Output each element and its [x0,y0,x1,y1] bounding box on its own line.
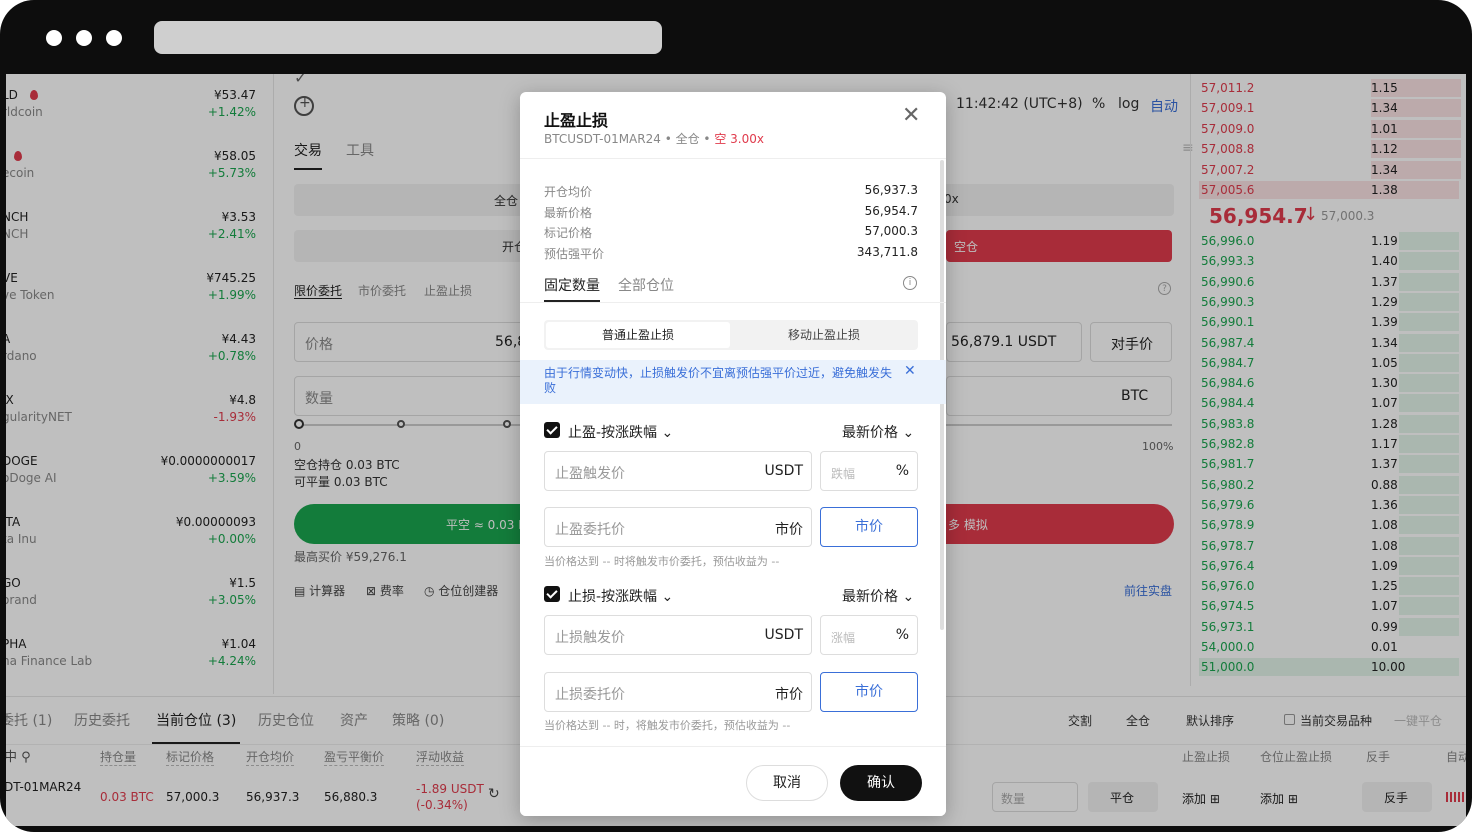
tp-order-placeholder: 止盈委托价 [555,522,625,538]
tp-mode-label: 止盈-按涨跌幅 [568,425,658,441]
address-bar[interactable] [154,21,662,54]
tp-percent-unit: % [895,463,909,479]
mode-segmented: 普通止盈止损 移动止盈止损 [544,320,918,350]
warning-close-icon[interactable]: ✕ [904,363,916,379]
tab-all-position[interactable]: 全部仓位 [618,275,674,295]
info-value: 57,000.3 [864,224,918,238]
divider [520,302,946,303]
tp-trigger-placeholder: 止盈触发价 [555,466,625,482]
tp-order-unit: 市价 [775,522,803,538]
divider [520,158,946,159]
tpsl-modal: 止盈止损 BTCUSDT-01MAR24 • 全仓 • 空 3.00x ✕ 开仓… [520,92,946,816]
sl-percent-unit: % [895,627,909,643]
info-label: 预估强平价 [544,246,605,261]
info-label: 标记价格 [544,226,593,240]
window-close-dot[interactable] [46,30,62,46]
tp-percent-input[interactable]: 跌幅 % [820,451,918,491]
sl-trigger-unit: USDT [764,627,803,643]
sl-checkbox[interactable] [544,586,560,602]
info-label: 最新价格 [544,205,593,220]
sl-order-unit: 市价 [775,687,803,703]
sl-price-type-select[interactable]: 最新价格 ⌄ [842,586,914,606]
warning-banner: 由于行情变动快，止损触发价不宜离预估强平价过近，避免触发失败 ✕ [520,360,946,404]
tab-fixed-qty[interactable]: 固定数量 [544,275,600,295]
sl-trigger-placeholder: 止损触发价 [555,630,625,646]
tp-trigger-input[interactable]: 止盈触发价 USDT [544,451,812,491]
position-side: 空 3.00x [714,132,764,146]
tp-checkbox[interactable] [544,422,560,438]
cancel-button[interactable]: 取消 [746,765,828,801]
sl-percent-placeholder: 涨幅 [831,631,856,645]
sl-trigger-input[interactable]: 止损触发价 USDT [544,615,812,655]
tp-mode-select[interactable]: 止盈-按涨跌幅 ⌄ [568,422,673,442]
tp-percent-placeholder: 跌幅 [831,467,856,481]
tp-order-price-input[interactable]: 止盈委托价 市价 [544,507,812,547]
sl-order-placeholder: 止损委托价 [555,687,625,703]
tp-note: 当价格达到 -- 时将触发市价委托，预估收益为 -- [544,555,780,568]
seg-trailing-tpsl[interactable]: 移动止盈止损 [732,322,916,348]
sl-percent-input[interactable]: 涨幅 % [820,615,918,655]
seg-normal-tpsl[interactable]: 普通止盈止损 [546,322,730,348]
sl-market-button[interactable]: 市价 [820,672,918,712]
info-value: 343,711.8 [856,244,918,259]
warning-text: 由于行情变动快，止损触发价不宜离预估强平价过近，避免触发失败 [544,366,893,395]
sl-order-price-input[interactable]: 止损委托价 市价 [544,672,812,712]
tp-market-button[interactable]: 市价 [820,507,918,547]
tp-price-type-select[interactable]: 最新价格 ⌄ [842,422,914,442]
info-icon[interactable]: i [903,276,917,290]
sl-note: 当价格达到 -- 时，将触发市价委托，预估收益为 -- [544,719,791,732]
info-label: 开仓均价 [544,185,593,199]
info-value: 56,937.3 [864,183,918,197]
instrument-info: BTCUSDT-01MAR24 • 全仓 • [544,132,711,146]
sl-mode-label: 止损-按涨跌幅 [568,589,658,605]
sl-price-type-label: 最新价格 [842,589,898,605]
confirm-button[interactable]: 确认 [840,765,922,801]
tp-price-type-label: 最新价格 [842,425,898,441]
modal-footer: 取消 确认 [520,746,946,816]
close-icon[interactable]: ✕ [902,105,920,127]
sl-mode-select[interactable]: 止损-按涨跌幅 ⌄ [568,586,673,606]
modal-title: 止盈止损 [544,111,609,130]
modal-subtitle: BTCUSDT-01MAR24 • 全仓 • 空 3.00x [544,130,764,147]
window-maximize-dot[interactable] [106,30,122,46]
tp-trigger-unit: USDT [764,463,803,479]
window-minimize-dot[interactable] [76,30,92,46]
info-value: 56,954.7 [864,203,918,218]
